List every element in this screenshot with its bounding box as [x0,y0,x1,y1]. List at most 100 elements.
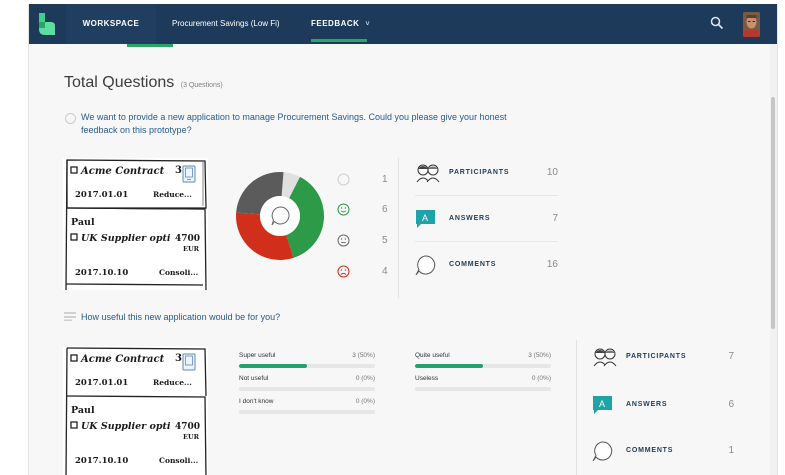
q1-answers[interactable]: A ANSWERS 7 [415,208,558,248]
meh-face-icon [337,234,350,247]
top-nav-bar: WORKSPACE Procurement Savings (Low Fi) F… [29,4,777,44]
sketch2-line5b: Consoli... [159,456,198,465]
divider-line [415,195,558,196]
chevron-down-icon: ˅ [365,21,371,28]
user-avatar[interactable] [743,12,760,37]
question-2-text: How useful this new application would be… [81,312,281,322]
legend-happy-count: 6 [382,204,388,215]
q1-participants[interactable]: PARTICIPANTS 10 [415,162,558,202]
option-progress-track [239,387,375,391]
answers-icon: A [593,396,612,414]
nav-feedback[interactable]: FEEDBACK ˅ [311,4,370,44]
sketch2-line3: Paul [71,405,95,416]
divider-line [415,241,558,242]
app-window: WORKSPACE Procurement Savings (Low Fi) F… [28,4,778,475]
answers-icon: A [416,210,435,228]
option-not-useful: Not useful 0 (0%) [239,375,375,397]
option-label: Useless [415,375,439,382]
question-count: (3 Questions) [180,82,223,89]
neutral-face-icon [337,173,350,186]
nav-project[interactable]: Procurement Savings (Low Fi) [172,4,280,44]
option-value: 0 (0%) [531,375,551,382]
section-divider-2 [576,340,577,475]
legend-sad: 4 [337,264,397,280]
sketch2-line4-unit: EUR [183,433,200,441]
q1-comments[interactable]: COMMENTS 16 [415,254,558,294]
legend-neutral: 1 [337,172,397,188]
comments-label: COMMENTS [626,447,674,454]
option-progress-track [239,364,375,368]
q2-comments[interactable]: COMMENTS 1 [592,440,742,475]
option-label: Super useful [239,352,276,359]
active-tab-underline [311,39,367,42]
sketch2-line2b: Reduce... [153,378,192,387]
sketch-line5: 2017.10.10 [75,268,128,278]
search-icon[interactable] [710,16,724,30]
page-title: Total Questions (3 Questions) [64,74,223,92]
option-label: I don't know [239,398,274,405]
option-value: 0 (0%) [355,398,375,405]
legend-happy: 6 [337,202,397,218]
option-progress-track [415,387,551,391]
question-1-text: We want to provide a new application to … [81,112,507,135]
sketch-line1: Acme Contract [80,166,165,177]
sketch-line2: 2017.01.01 [75,190,128,200]
option-progress-fill [239,364,307,368]
participants-count: 10 [546,167,558,178]
sketch2-line1-num: 3 [175,353,182,364]
option-label: Not useful [239,375,269,382]
answers-label: ANSWERS [626,401,668,408]
q2-answers[interactable]: A ANSWERS 6 [592,394,742,434]
prototype-sketch-1[interactable]: Acme Contract 3 2017.01.01 Reduce... Pau… [63,158,208,290]
question-1-marker-icon [65,113,76,124]
legend-sad-count: 4 [382,266,388,277]
sketch2-line4: UK Supplier opti [81,421,171,432]
sketch-line4-num: 4700 [175,234,200,244]
option-value: 0 (0%) [355,375,375,382]
sketch-line4: UK Supplier opti [81,233,171,244]
sketch-line1-num: 3 [175,165,182,176]
answers-count: 6 [728,399,734,410]
satisfaction-donut-chart [236,172,324,260]
scrollbar-thumb[interactable] [771,97,775,329]
app-logo-icon[interactable] [37,12,57,36]
option-progress-track [239,410,375,414]
option-progress-fill [415,364,483,368]
nav-feedback-label: FEEDBACK [311,19,360,28]
answers-count: 7 [552,213,558,224]
sketch-line5b: Consoli... [159,268,198,277]
participants-icon [416,164,440,183]
prototype-sketch-2[interactable]: Acme Contract 3 2017.01.01 Reduce... Pau… [63,346,208,475]
question-2-marker-icon [64,312,76,321]
donut-center [260,196,300,236]
sketch2-line2: 2017.01.01 [75,378,128,388]
svg-text:A: A [599,399,605,409]
page-title-text: Total Questions [64,74,175,91]
legend-neutral-count: 1 [382,174,388,185]
sketch2-line5: 2017.10.10 [75,456,128,466]
happy-face-icon [337,203,350,216]
sketch-line2b: Reduce... [153,190,192,199]
nav-workspace[interactable]: WORKSPACE [66,4,156,44]
option-useless: Useless 0 (0%) [415,375,551,397]
sad-face-icon [337,265,350,278]
comments-label: COMMENTS [449,261,497,268]
participants-label: PARTICIPANTS [449,169,510,176]
workspace-underline [127,44,173,47]
comments-count: 16 [546,259,558,270]
option-progress-track [415,364,551,368]
participants-label: PARTICIPANTS [626,353,687,360]
legend-meh: 5 [337,233,397,249]
participants-icon [593,348,617,367]
q2-participants[interactable]: PARTICIPANTS 7 [592,346,742,386]
comments-count: 1 [728,445,734,456]
sketch-line4-unit: EUR [183,245,200,253]
comments-icon [415,255,436,276]
section-divider [398,158,399,298]
option-label: Quite useful [415,352,450,359]
option-value: 3 (50%) [528,352,551,359]
svg-text:A: A [422,213,428,223]
participants-count: 7 [728,351,734,362]
sketch2-line4-num: 4700 [175,422,200,432]
option-quite-useful: Quite useful 3 (50%) [415,352,551,374]
